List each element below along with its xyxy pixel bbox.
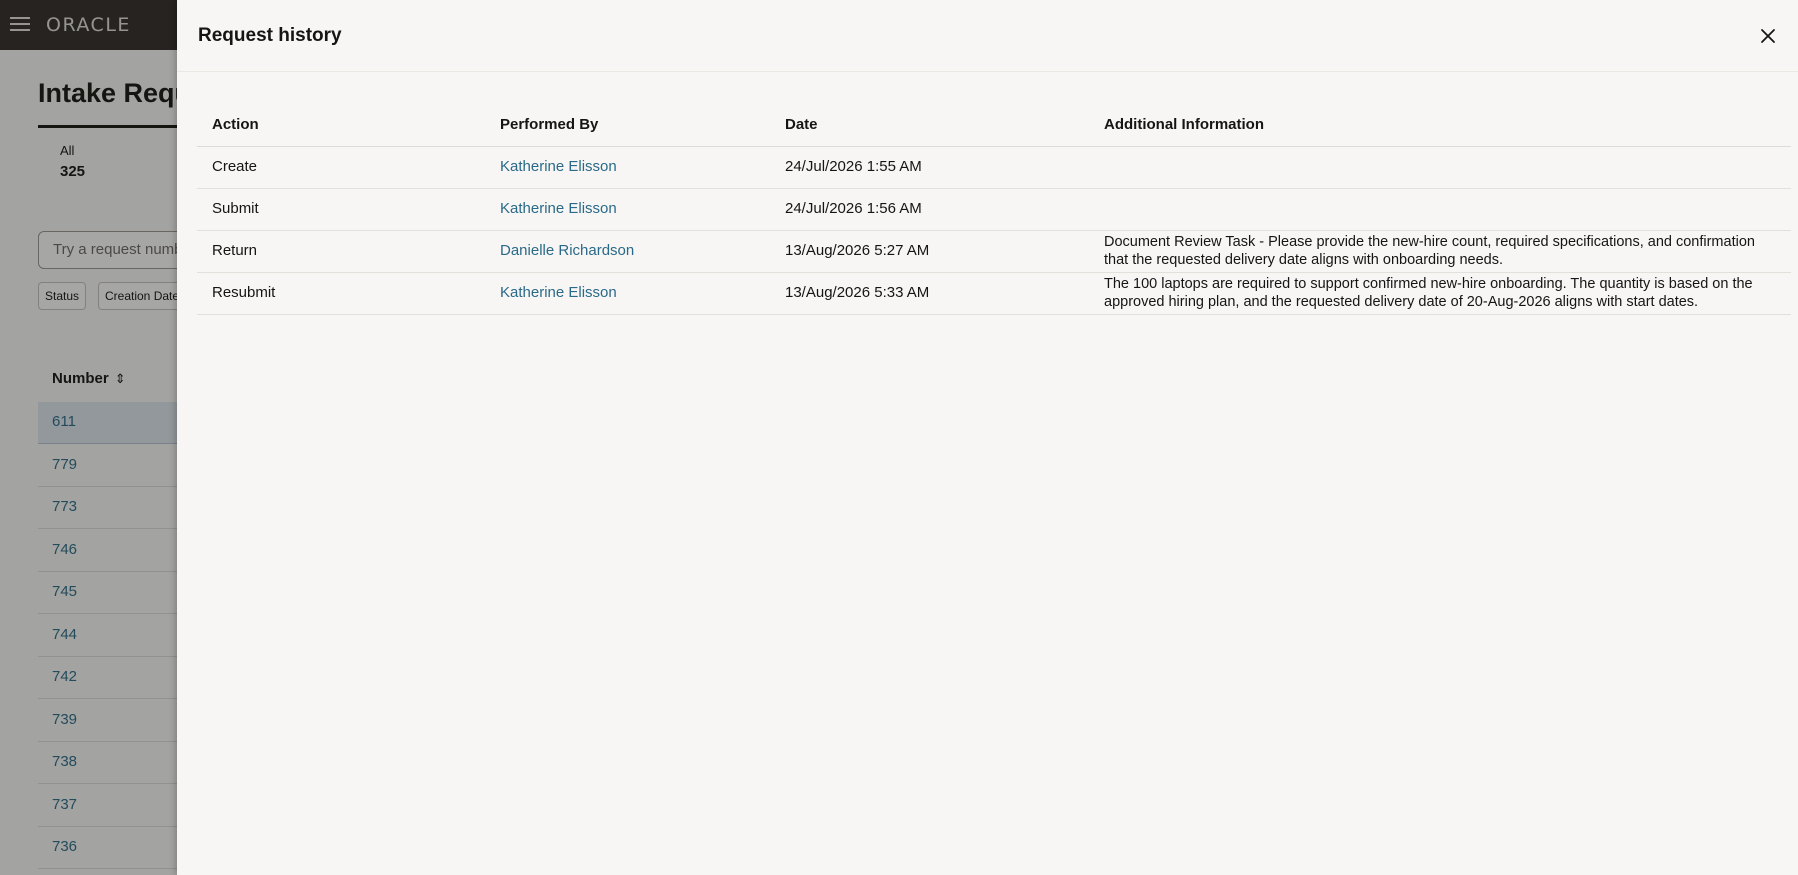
performed-by-link[interactable]: Katherine Elisson (485, 272, 770, 315)
action-cell: Create (197, 146, 485, 189)
history-row: Resubmit Katherine Elisson 13/Aug/2026 5:3… (197, 272, 1791, 315)
drawer-header: Request history (177, 0, 1798, 72)
performed-by-link[interactable]: Danielle Richardson (485, 230, 770, 273)
date-cell: 13/Aug/2026 5:33 AM (770, 272, 1089, 315)
column-header-additional-information: Additional Information (1089, 103, 1791, 147)
history-table-body: Create Katherine Elisson 24/Jul/2026 1:55 … (197, 146, 1791, 315)
additional-info-cell: The 100 laptops are required to support … (1089, 272, 1791, 315)
performed-by-link[interactable]: Katherine Elisson (485, 146, 770, 189)
history-row: Return Danielle Richardson 13/Aug/2026 5:2… (197, 230, 1791, 273)
performed-by-link[interactable]: Katherine Elisson (485, 188, 770, 231)
date-cell: 24/Jul/2026 1:55 AM (770, 146, 1089, 189)
drawer-title: Request history (198, 25, 342, 46)
additional-info-cell: Document Review Task - Please provide th… (1089, 230, 1791, 273)
column-header-performed-by: Performed By (485, 103, 770, 147)
date-cell: 13/Aug/2026 5:27 AM (770, 230, 1089, 273)
history-row: Create Katherine Elisson 24/Jul/2026 1:55 … (197, 146, 1791, 189)
action-cell: Resubmit (197, 272, 485, 315)
additional-info-cell (1089, 146, 1791, 189)
action-cell: Submit (197, 188, 485, 231)
close-icon[interactable] (1756, 24, 1780, 48)
history-row: Submit Katherine Elisson 24/Jul/2026 1:56 … (197, 188, 1791, 231)
date-cell: 24/Jul/2026 1:56 AM (770, 188, 1089, 231)
request-history-drawer: Request history Action Performed By Date… (177, 0, 1798, 875)
request-history-table: Action Performed By Date Additional Info… (197, 103, 1791, 315)
action-cell: Return (197, 230, 485, 273)
column-header-date: Date (770, 103, 1089, 147)
table-header-row: Action Performed By Date Additional Info… (197, 103, 1791, 147)
column-header-action: Action (197, 103, 485, 147)
additional-info-cell (1089, 188, 1791, 231)
